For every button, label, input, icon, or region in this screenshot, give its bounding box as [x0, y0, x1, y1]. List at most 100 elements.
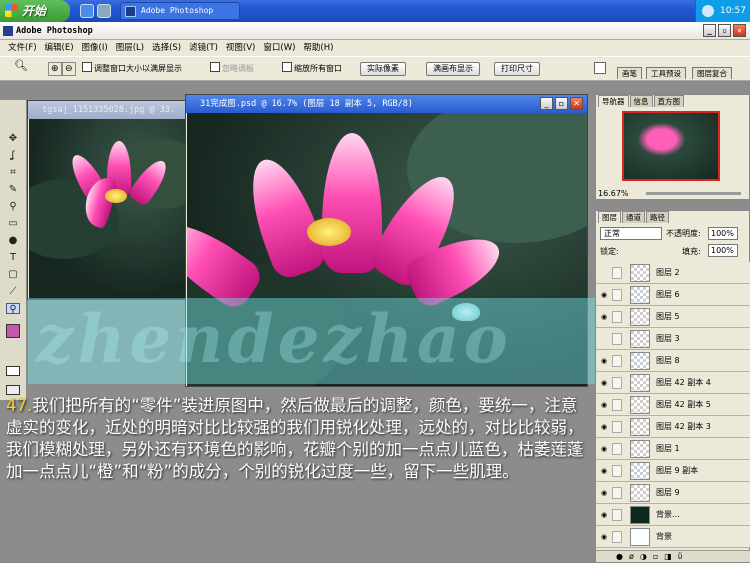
navigator-zoom[interactable]: 16.67% [598, 189, 629, 198]
layer-row[interactable]: ◉ 图层 8 [596, 350, 750, 372]
visibility-eye-icon[interactable] [599, 268, 609, 278]
navigator-thumbnail[interactable] [622, 111, 720, 181]
desktop-icon[interactable] [97, 4, 111, 18]
ignore-palettes-checkbox[interactable]: 忽略调板 [210, 62, 254, 76]
layer-link-box[interactable] [612, 399, 622, 411]
layer-row[interactable]: ◉ 图层 9 副本 [596, 460, 750, 482]
menu-file[interactable]: 文件(F) [4, 40, 41, 56]
layer-link-box[interactable] [612, 531, 622, 543]
visibility-eye-icon[interactable]: ◉ [599, 356, 609, 366]
resize-window-checkbox[interactable]: 调整窗口大小以满屏显示 [82, 62, 182, 76]
layer-row[interactable]: ◉ 背景 [596, 526, 750, 548]
layer-row[interactable]: ◉ 图层 42 副本 5 [596, 394, 750, 416]
tab-histogram[interactable]: 直方图 [653, 95, 684, 107]
visibility-eye-icon[interactable]: ◉ [599, 400, 609, 410]
lasso-tool-icon[interactable]: ʆ [6, 150, 20, 161]
opacity-field[interactable]: 100% [708, 227, 738, 240]
zoom-tool-icon[interactable]: 🔍︎ [14, 60, 28, 74]
visibility-eye-icon[interactable]: ◉ [599, 488, 609, 498]
tray-icon[interactable] [702, 5, 714, 17]
visibility-eye-icon[interactable]: ◉ [599, 466, 609, 476]
visibility-eye-icon[interactable]: ◉ [599, 312, 609, 322]
tab-navigator[interactable]: 导航器 [598, 95, 629, 107]
visibility-eye-icon[interactable]: ◉ [599, 510, 609, 520]
actual-pixels-button[interactable]: 实际像素 [360, 62, 406, 76]
move-tool-icon[interactable]: ✥ [6, 133, 20, 144]
screen-mode-icon[interactable] [6, 385, 20, 395]
tab-paths[interactable]: 路径 [646, 211, 669, 223]
layer-link-box[interactable] [612, 487, 622, 499]
ie-icon[interactable] [80, 4, 94, 18]
zoom-tool-icon[interactable]: ⚲ [6, 303, 20, 315]
file-browser-icon[interactable] [594, 62, 606, 74]
zoom-out-icon[interactable]: ⊖ [62, 62, 76, 76]
minimize-button[interactable]: _ [703, 24, 716, 37]
eyedropper-tool-icon[interactable]: ⟋ [6, 286, 20, 297]
foreground-color-swatch[interactable] [6, 324, 20, 338]
start-button[interactable]: 开始 [0, 0, 70, 22]
blend-mode-select[interactable]: 正常 [600, 227, 662, 240]
taskbar-photoshop-button[interactable]: Adobe Photoshop [120, 2, 240, 20]
menu-filter[interactable]: 滤镜(T) [185, 40, 222, 56]
restore-button[interactable]: ▫ [718, 24, 731, 37]
tab-info[interactable]: 信息 [629, 95, 653, 107]
layer-row[interactable]: ◉ 图层 42 副本 4 [596, 372, 750, 394]
stamp-tool-icon[interactable]: ⚲ [6, 201, 20, 212]
layer-row[interactable]: ◉ 背景... [596, 504, 750, 526]
eraser-tool-icon[interactable]: ▭ [6, 218, 20, 229]
tab-tool-presets[interactable]: 工具预设 [646, 67, 686, 79]
layer-link-box[interactable] [612, 267, 622, 279]
fit-screen-button[interactable]: 满画布显示 [426, 62, 480, 76]
layer-link-box[interactable] [612, 421, 622, 433]
layer-link-box[interactable] [612, 289, 622, 301]
menu-select[interactable]: 选择(S) [148, 40, 185, 56]
layer-link-box[interactable] [612, 443, 622, 455]
menu-layer[interactable]: 图层(L) [112, 40, 148, 56]
crop-tool-icon[interactable]: ⌗ [6, 167, 20, 178]
text-tool-icon[interactable]: T [6, 252, 20, 263]
doc-restore-button[interactable]: ▫ [555, 97, 568, 110]
back-document-canvas[interactable] [29, 119, 185, 299]
layers-footer-buttons[interactable]: ●ø◑▫◨ὕ [596, 550, 750, 562]
layer-link-box[interactable] [612, 509, 622, 521]
layer-link-box[interactable] [612, 311, 622, 323]
menu-image[interactable]: 图像(I) [78, 40, 112, 56]
menu-view[interactable]: 视图(V) [222, 40, 259, 56]
doc-close-button[interactable]: ✕ [570, 97, 583, 110]
layer-link-box[interactable] [612, 377, 622, 389]
tab-channels[interactable]: 通道 [622, 211, 645, 223]
visibility-eye-icon[interactable]: ◉ [599, 444, 609, 454]
doc-minimize-button[interactable]: _ [540, 97, 553, 110]
quick-mask-icon[interactable] [6, 366, 20, 376]
menu-help[interactable]: 帮助(H) [299, 40, 337, 56]
visibility-eye-icon[interactable]: ◉ [599, 422, 609, 432]
layer-row[interactable]: 图层 3 [596, 328, 750, 350]
layer-link-box[interactable] [612, 465, 622, 477]
fill-field[interactable]: 100% [708, 244, 738, 257]
visibility-eye-icon[interactable] [599, 334, 609, 344]
layer-row[interactable]: ◉ 图层 42 副本 3 [596, 416, 750, 438]
brush-tool-icon[interactable]: ✎ [6, 184, 20, 195]
print-size-button[interactable]: 打印尺寸 [494, 62, 540, 76]
layer-link-box[interactable] [612, 333, 622, 345]
visibility-eye-icon[interactable]: ◉ [599, 378, 609, 388]
visibility-eye-icon[interactable]: ◉ [599, 290, 609, 300]
dodge-tool-icon[interactable]: ● [6, 235, 20, 246]
layer-row[interactable]: ◉ 图层 6 [596, 284, 750, 306]
layer-row[interactable]: 图层 2 [596, 262, 750, 284]
menu-window[interactable]: 窗口(W) [259, 40, 299, 56]
menu-edit[interactable]: 编辑(E) [41, 40, 78, 56]
tab-brushes[interactable]: 画笔 [617, 67, 642, 79]
layer-link-box[interactable] [612, 355, 622, 367]
document-window-back[interactable]: tgsaj_1151335028.jpg @ 33. [27, 100, 187, 300]
tab-layer-comps[interactable]: 图层复合 [692, 67, 732, 79]
zoom-all-windows-checkbox[interactable]: 缩放所有窗口 [282, 62, 342, 76]
layer-row[interactable]: ◉ 图层 1 [596, 438, 750, 460]
shape-tool-icon[interactable]: ▢ [6, 269, 20, 280]
zoom-in-icon[interactable]: ⊕ [48, 62, 62, 76]
layer-row[interactable]: ◉ 图层 9 [596, 482, 750, 504]
zoom-slider[interactable] [646, 192, 741, 195]
close-button[interactable]: ✕ [733, 24, 746, 37]
visibility-eye-icon[interactable]: ◉ [599, 532, 609, 542]
layer-row[interactable]: ◉ 图层 5 [596, 306, 750, 328]
